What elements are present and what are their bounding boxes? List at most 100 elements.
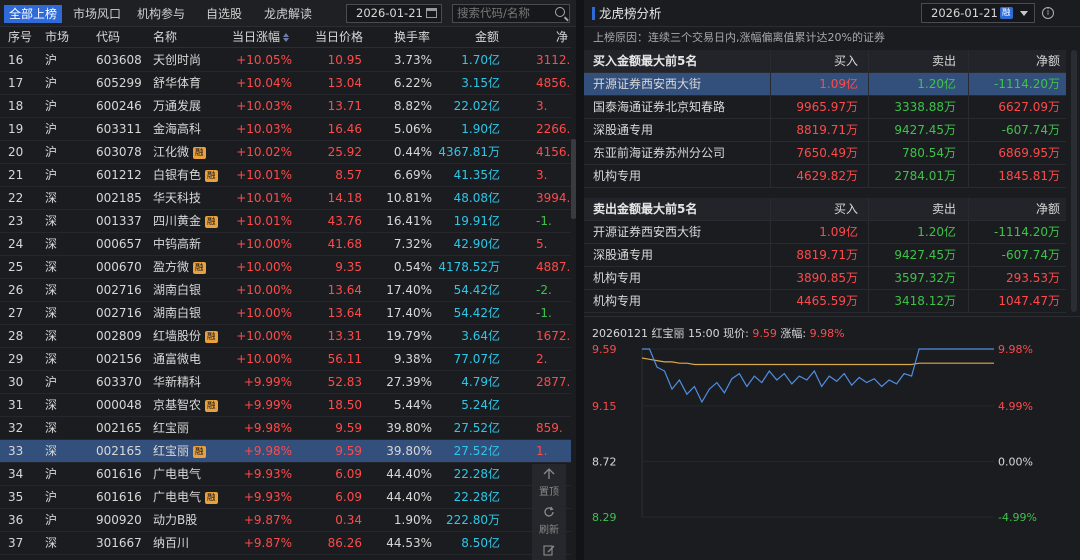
- row-name: 万通发展: [153, 99, 202, 113]
- broker-row[interactable]: 开源证券西安西大街 1.09亿 1.20亿 -1114.20万: [584, 73, 1066, 96]
- scrollbar-thumb[interactable]: [1071, 50, 1077, 312]
- row-name-cell: 湖南白银: [153, 279, 201, 302]
- col-buy: 买入: [833, 202, 858, 216]
- tab-market-trend[interactable]: 市场风口: [68, 5, 126, 23]
- net-amount: -1114.20万: [994, 77, 1060, 91]
- tab-lhb-interpretation[interactable]: 龙虎解读: [259, 5, 317, 23]
- broker-row[interactable]: 深股通专用 8819.71万 9427.45万 -607.74万: [584, 244, 1066, 267]
- column-divider: [968, 244, 969, 267]
- col-change[interactable]: 当日涨幅: [232, 27, 290, 48]
- broker-row[interactable]: 开源证券西安西大街 1.09亿 1.20亿 -1114.20万: [584, 221, 1066, 244]
- row-change: +10.03%: [236, 122, 292, 136]
- price-line-chart[interactable]: 9.59 9.98% 9.15 4.99% 8.72 0.00% 8.29 -4.99%: [584, 317, 1080, 560]
- table-row[interactable]: 23 深 001337 四川黄金融 +10.01% 43.76 16.41% 19.91亿 -1…: [0, 210, 572, 233]
- sort-icon[interactable]: [283, 33, 290, 42]
- row-market: 沪: [45, 513, 58, 527]
- col-net[interactable]: 净: [556, 27, 568, 48]
- refresh-button[interactable]: 刷新: [532, 521, 566, 536]
- table-row[interactable]: 26 深 002716 湖南白银 +10.00% 13.64 17.40% 54.42亿 -2.: [0, 279, 572, 302]
- row-turnover: 16.41%: [386, 214, 432, 228]
- tab-institution[interactable]: 机构参与: [132, 5, 190, 23]
- row-seq: 16: [8, 53, 24, 67]
- row-name-cell: 盈方微融: [153, 256, 206, 279]
- broker-row[interactable]: 机构专用 3890.85万 3597.32万 293.53万: [584, 267, 1066, 290]
- broker-row[interactable]: 国泰海通证券北京知春路 9965.97万 3338.88万 6627.09万: [584, 96, 1066, 119]
- col-code[interactable]: 代码: [96, 27, 120, 48]
- col-price[interactable]: 当日价格: [315, 27, 363, 48]
- column-divider: [868, 142, 869, 165]
- table-row[interactable]: 33 深 002165 红宝丽融 +9.98% 9.59 39.80% 27.52亿 1.: [0, 440, 572, 463]
- row-name-cell: 广电电气融: [153, 486, 218, 509]
- col-market[interactable]: 市场: [45, 27, 69, 48]
- col-amount[interactable]: 金额: [475, 27, 499, 48]
- row-change: +9.93%: [243, 490, 292, 504]
- row-amount: 42.90亿: [453, 237, 500, 251]
- margin-badge: 融: [193, 446, 206, 458]
- analysis-scrollbar[interactable]: [1071, 50, 1077, 312]
- column-divider: [868, 96, 869, 119]
- broker-row[interactable]: 机构专用 4465.59万 3418.12万 1047.47万: [584, 290, 1066, 313]
- row-code: 301667: [96, 536, 142, 550]
- table-header: 买入金额最大前5名 买入 卖出 净额: [584, 50, 1066, 73]
- col-change-label: 当日涨幅: [232, 30, 281, 44]
- table-row[interactable]: 32 深 002165 红宝丽 +9.98% 9.59 39.80% 27.52亿 859.: [0, 417, 572, 440]
- table-row[interactable]: 21 沪 601212 白银有色融 +10.01% 8.57 6.69% 41.35亿 3.: [0, 164, 572, 187]
- info-icon[interactable]: i: [1042, 7, 1054, 19]
- column-divider: [770, 50, 771, 73]
- table-row[interactable]: 25 深 000670 盈方微融 +10.00% 9.35 0.54% 4178.52万 488…: [0, 256, 572, 279]
- table-row[interactable]: 19 沪 603311 金海高科 +10.03% 16.46 5.06% 1.90亿 2266.: [0, 118, 572, 141]
- table-row[interactable]: 30 沪 603370 华新精科 +9.99% 52.83 27.39% 4.79亿 2877.: [0, 371, 572, 394]
- tab-all-listed[interactable]: 全部上榜: [4, 5, 63, 23]
- edit-icon[interactable]: [543, 544, 555, 556]
- analysis-date-select[interactable]: 2026-01-21 融: [921, 3, 1035, 23]
- search-icon[interactable]: [555, 7, 565, 17]
- row-name-cell: 天创时尚: [153, 49, 201, 72]
- table-row[interactable]: 16 沪 603608 天创时尚 +10.05% 10.95 3.73% 1.70亿 3112.: [0, 49, 572, 72]
- column-divider: [868, 290, 869, 313]
- table-row[interactable]: 17 沪 605299 舒华体育 +10.04% 13.04 6.22% 3.15亿 4856.: [0, 72, 572, 95]
- table-row[interactable]: 37 深 301667 纳百川 +9.87% 86.26 44.53% 8.50亿: [0, 532, 572, 555]
- broker-row[interactable]: 东亚前海证券苏州分公司 7650.49万 780.54万 6869.95万: [584, 142, 1066, 165]
- row-market: 沪: [45, 145, 58, 159]
- row-code: 605299: [96, 76, 142, 90]
- tab-watchlist[interactable]: 自选股: [201, 5, 247, 23]
- table-row[interactable]: 18 沪 600246 万通发展 +10.03% 13.71 8.82% 22.02亿 3.: [0, 95, 572, 118]
- panel-divider[interactable]: [576, 0, 584, 560]
- row-name: 动力B股: [153, 513, 198, 527]
- row-amount: 222.80万: [446, 513, 500, 527]
- broker-name: 机构专用: [593, 294, 642, 308]
- sell-amount: 9427.45万: [894, 248, 956, 262]
- table-row[interactable]: 22 深 002185 华天科技 +10.01% 14.18 10.81% 48.08亿 399…: [0, 187, 572, 210]
- row-net: 2266.: [536, 122, 571, 136]
- date-picker[interactable]: 2026-01-21: [346, 4, 442, 23]
- table-row[interactable]: 28 深 002809 红墙股份融 +10.00% 13.31 19.79% 3.64亿 167…: [0, 325, 572, 348]
- search-input[interactable]: 搜索代码/名称: [452, 4, 570, 23]
- col-seq[interactable]: 序号: [8, 27, 32, 48]
- y-left-tick: 8.72: [592, 455, 617, 468]
- table-row[interactable]: 27 深 002716 湖南白银 +10.00% 13.64 17.40% 54.42亿 -1.: [0, 302, 572, 325]
- table-row[interactable]: 36 沪 900920 动力B股 +9.87% 0.34 1.90% 222.80万: [0, 509, 572, 532]
- broker-row[interactable]: 机构专用 4629.82万 2784.01万 1845.81万: [584, 165, 1066, 188]
- col-turnover[interactable]: 换手率: [394, 27, 430, 48]
- row-name-cell: 纳百川: [153, 532, 189, 555]
- row-name: 华天科技: [153, 191, 202, 205]
- calendar-icon: [426, 8, 437, 18]
- table-row[interactable]: 29 深 002156 通富微电 +10.00% 56.11 9.38% 77.07亿 2.: [0, 348, 572, 371]
- chevron-down-icon[interactable]: [1020, 11, 1028, 16]
- avg-price-series-line: [641, 357, 994, 366]
- row-code: 000048: [96, 398, 142, 412]
- column-divider: [770, 198, 771, 221]
- col-name[interactable]: 名称: [153, 27, 177, 48]
- table-row[interactable]: 31 深 000048 京基智农融 +9.99% 18.50 5.44% 5.24亿: [0, 394, 572, 417]
- row-change: +10.00%: [236, 306, 292, 320]
- row-turnover: 44.40%: [386, 490, 432, 504]
- table-row[interactable]: 34 沪 601616 广电电气 +9.93% 6.09 44.40% 22.28亿: [0, 463, 572, 486]
- table-row[interactable]: 24 深 000657 中钨高新 +10.00% 41.68 7.32% 42.90亿 5.: [0, 233, 572, 256]
- refresh-icon[interactable]: [543, 506, 555, 518]
- back-to-top-button[interactable]: 置顶: [532, 483, 566, 498]
- y-right-tick: 0.00%: [998, 455, 1033, 468]
- broker-row[interactable]: 深股通专用 8819.71万 9427.45万 -607.74万: [584, 119, 1066, 142]
- arrow-up-icon[interactable]: [543, 468, 555, 480]
- table-row[interactable]: 20 沪 603078 江化微融 +10.02% 25.92 0.44% 4367.81万 41…: [0, 141, 572, 164]
- table-row[interactable]: 35 沪 601616 广电电气融 +9.93% 6.09 44.40% 22.28亿: [0, 486, 572, 509]
